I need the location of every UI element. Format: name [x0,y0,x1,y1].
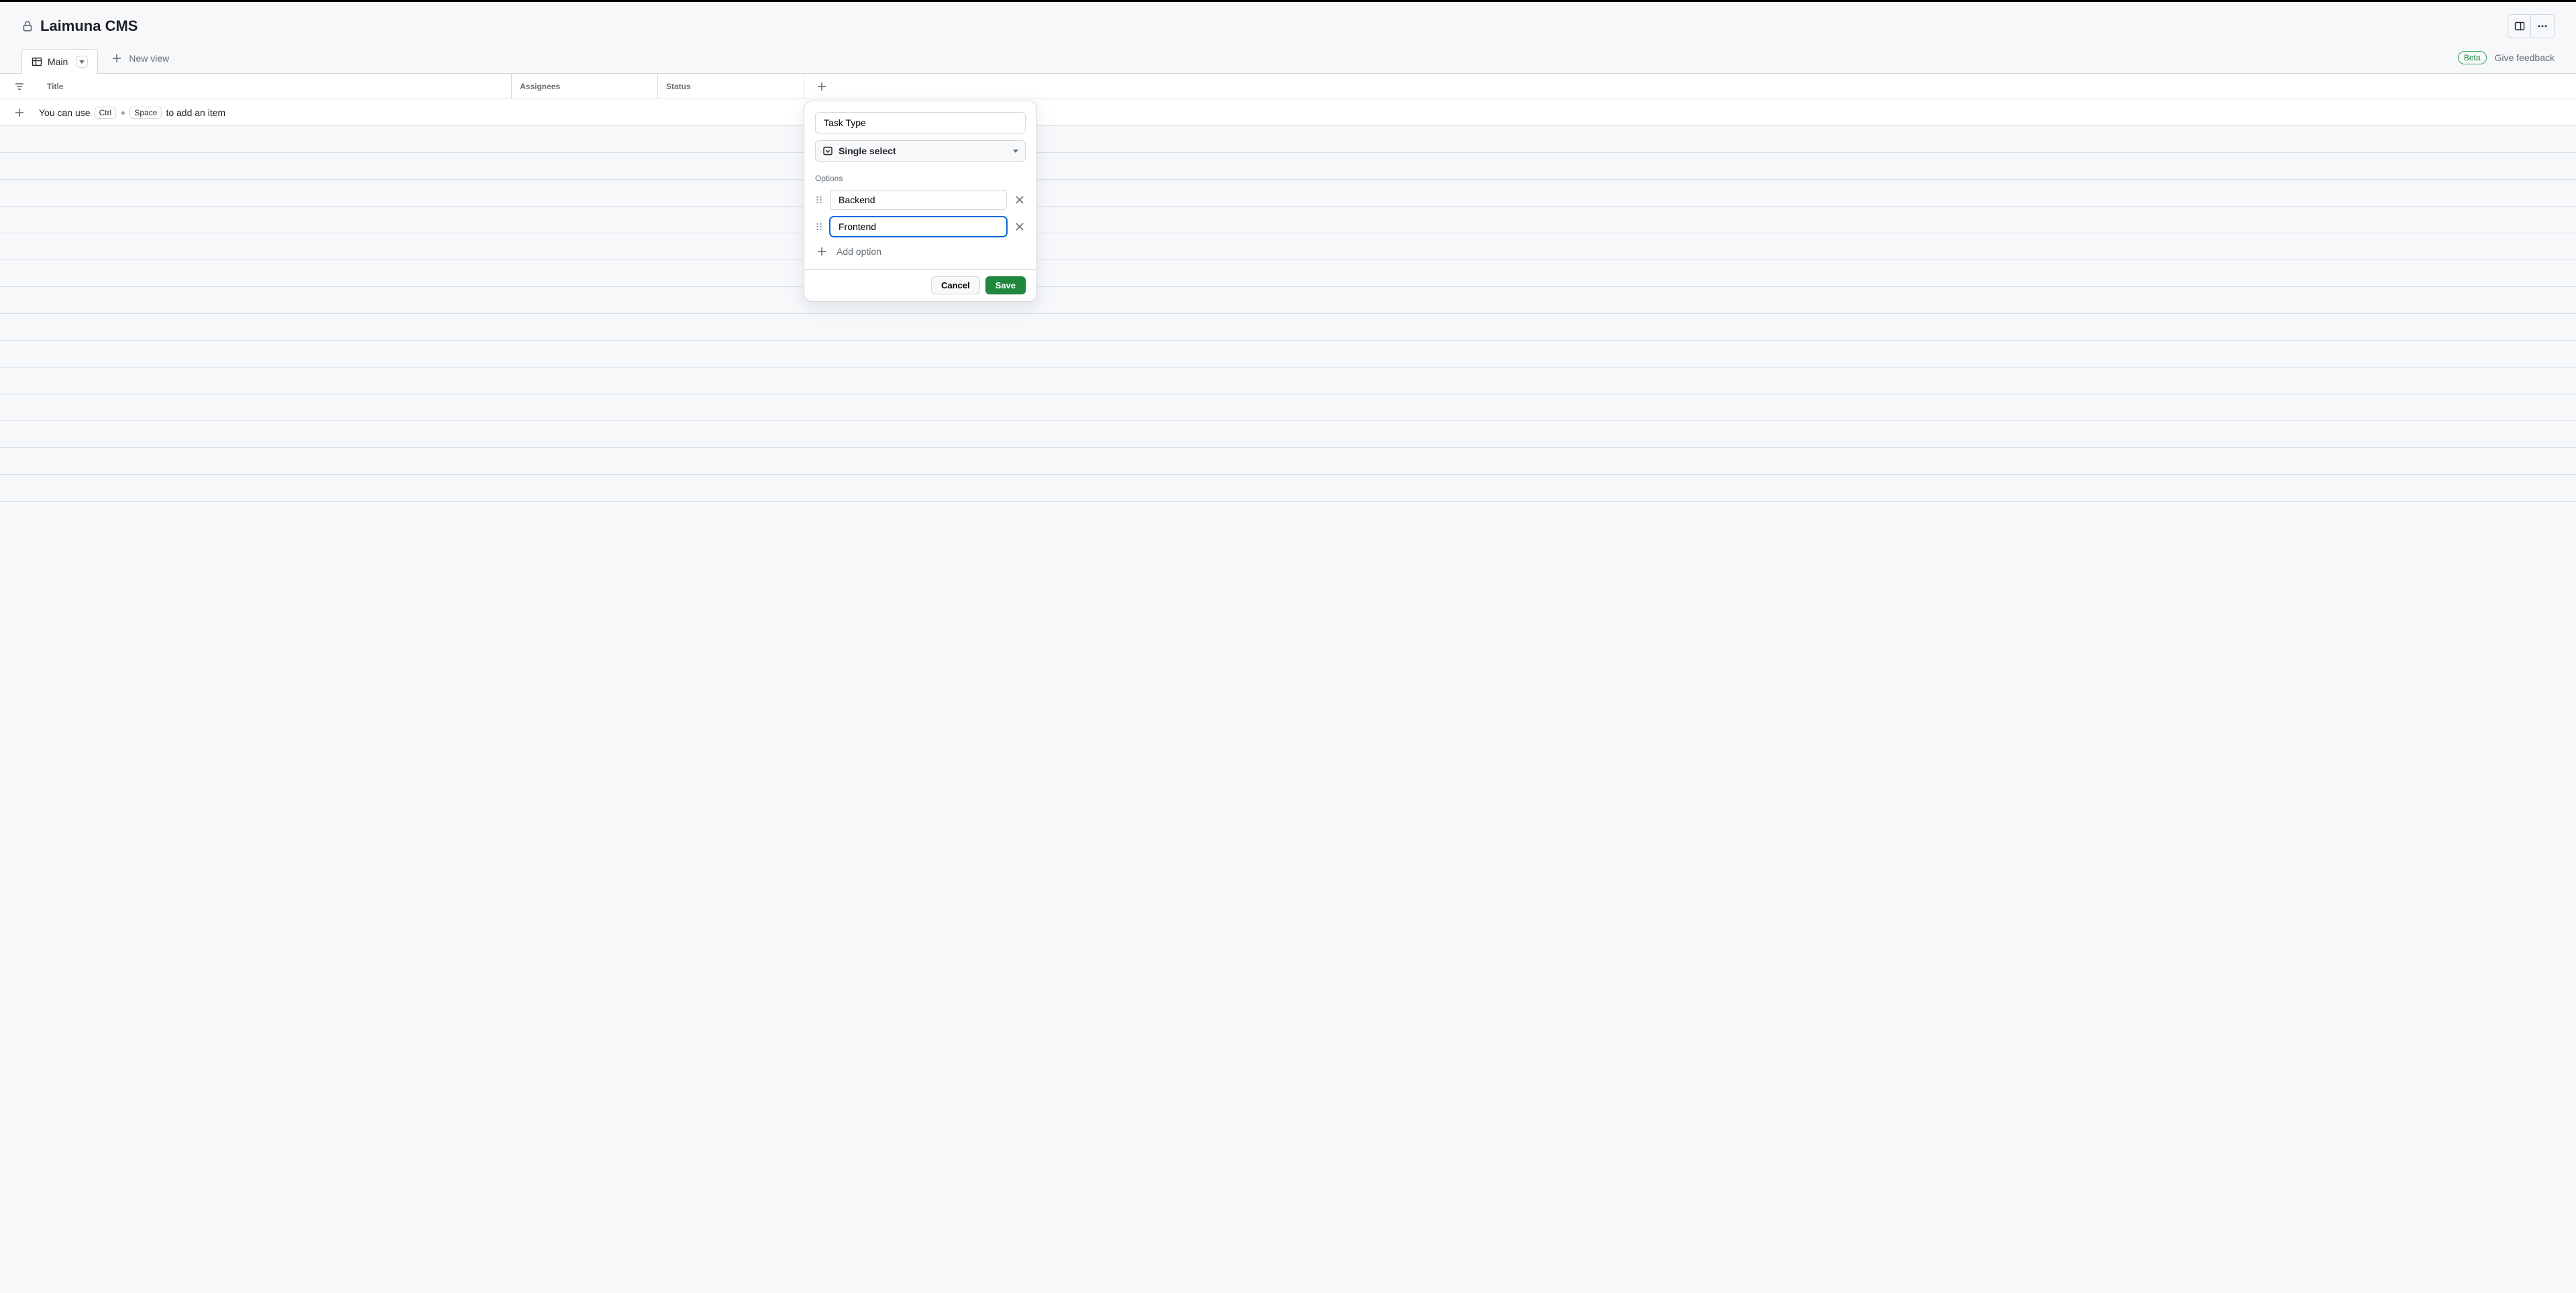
column-header-title[interactable]: Title [39,74,511,99]
tab-label: Main [48,56,68,67]
option-row [815,217,1026,237]
kebab-icon [2537,21,2548,32]
plus-icon [14,107,25,118]
header-actions [2508,14,2555,38]
page-header: Laimuna CMS [0,2,2576,48]
hint-plus: + [120,107,125,118]
drag-handle-icon[interactable] [815,222,823,231]
field-type-label: Single select [839,146,896,156]
hint-suffix: to add an item [166,107,225,118]
caret-down-icon [1013,150,1018,153]
tabs-row: Main New view Beta Give feedback [0,48,2576,73]
empty-rows [0,126,2576,502]
filter-icon [14,81,25,92]
tab-main[interactable]: Main [21,49,98,74]
table-row [0,475,2576,502]
kbd-space: Space [129,107,162,119]
plus-icon [816,81,827,92]
add-option-label: Add option [837,246,881,257]
popover-footer: Cancel Save [804,269,1036,301]
remove-option-button[interactable] [1014,194,1026,206]
option-input[interactable] [830,190,1007,210]
table-row [0,126,2576,153]
table-row [0,448,2576,475]
panel-toggle-button[interactable] [2508,15,2531,38]
option-row [815,190,1026,210]
new-field-popover: Single select Options Add option Cancel … [804,101,1037,302]
table-row [0,368,2576,394]
header-icon-group [2508,14,2555,38]
table-row [0,260,2576,287]
table-row [0,207,2576,233]
cancel-button[interactable]: Cancel [931,276,980,294]
table-row [0,421,2576,448]
table-row [0,180,2576,207]
table-row [0,314,2576,341]
remove-option-button[interactable] [1014,221,1026,233]
add-option-button[interactable]: Add option [815,243,1026,258]
save-button[interactable]: Save [985,276,1026,294]
tab-options-button[interactable] [76,56,88,68]
option-input[interactable] [830,217,1007,237]
beta-badge: Beta [2458,51,2487,64]
table-row [0,287,2576,314]
field-type-select[interactable]: Single select [815,140,1026,162]
tabs-right: Beta Give feedback [2458,51,2555,70]
column-headers: Title Assignees Status [0,74,2576,99]
data-table: Title Assignees Status You can use Ctrl … [0,73,2576,502]
header-left: Laimuna CMS [21,17,138,35]
table-icon [32,56,42,67]
filter-button[interactable] [0,74,39,99]
popover-body: Single select Options Add option [804,101,1036,269]
table-row [0,341,2576,368]
plus-icon [816,246,827,257]
give-feedback-link[interactable]: Give feedback [2495,52,2555,63]
tabs-left: Main New view [21,48,173,73]
column-header-assignees[interactable]: Assignees [511,74,657,99]
add-item-hint: You can use Ctrl + Space to add an item [39,107,225,119]
table-row [0,153,2576,180]
more-actions-button[interactable] [2531,15,2554,38]
table-row [0,233,2576,260]
new-view-label: New view [129,53,169,64]
single-select-icon [822,146,833,156]
options-list [815,190,1026,237]
add-item-row[interactable]: You can use Ctrl + Space to add an item [0,99,2576,126]
page-title: Laimuna CMS [40,17,138,35]
new-view-button[interactable]: New view [107,48,173,73]
options-label: Options [815,174,1026,183]
plus-icon [111,53,122,64]
column-header-status[interactable]: Status [657,74,804,99]
drag-handle-icon[interactable] [815,195,823,205]
add-item-icon-cell[interactable] [0,107,39,118]
field-name-input[interactable] [815,112,1026,133]
kbd-ctrl: Ctrl [95,107,117,119]
lock-icon [21,20,34,32]
hint-prefix: You can use [39,107,91,118]
table-row [0,394,2576,421]
add-column-button[interactable] [804,74,839,99]
panel-icon [2514,21,2525,32]
